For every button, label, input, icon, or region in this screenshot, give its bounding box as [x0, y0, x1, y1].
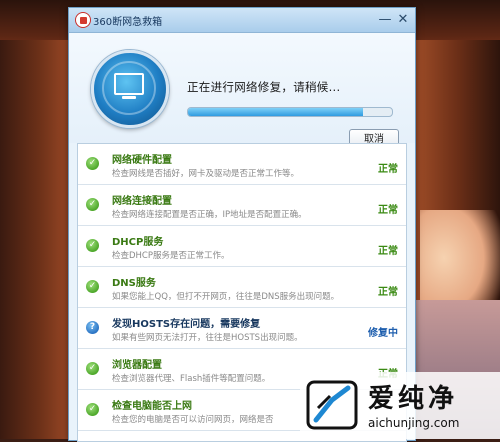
check-item-status: 正常 [378, 246, 398, 257]
check-item-title: 发现HOSTS存在问题，需要修复 [112, 319, 261, 330]
progress-fill [188, 108, 364, 116]
check-item-title: 网络连接配置 [112, 196, 172, 207]
repair-progress-bar [187, 107, 393, 117]
check-item: ✓ 网络硬件配置检查网线是否插好，网卡及驱动是否正常工作等。 正常 [78, 144, 406, 185]
check-item-desc: 检查DHCP服务是否正常工作。 [112, 251, 230, 261]
check-item: ✓ DNS服务如果您能上QQ，但打不开网页，往往是DNS服务出现问题。 正常 [78, 267, 406, 308]
repair-status-text: 正在进行网络修复，请稍候... [187, 80, 341, 94]
check-item-desc: 如果有些网页无法打开，往往是HOSTS出现问题。 [112, 333, 303, 343]
fixing-status-icon: ? [86, 321, 99, 334]
watermark-logo-icon [306, 380, 358, 430]
window-title: 360断网急救箱 [93, 17, 163, 28]
minimize-button[interactable]: — [377, 12, 393, 27]
check-ok-icon: ✓ [86, 362, 99, 375]
check-ok-icon: ✓ [86, 403, 99, 416]
title-bar[interactable]: 360断网急救箱 — ✕ [69, 8, 415, 33]
check-item-title: DNS服务 [112, 278, 156, 289]
check-item: ✓ 网络连接配置检查网络连接配置是否正确，IP地址是否配置正确。 正常 [78, 185, 406, 226]
repair-header: 正在进行网络修复，请稍候... 取消 [69, 33, 415, 151]
watermark-brand: 爱纯净 [368, 384, 459, 414]
check-item-desc: 检查浏览器代理、Flash插件等配置问题。 [112, 374, 271, 384]
check-item-title: 浏览器配置 [112, 360, 162, 371]
check-item-title: DHCP服务 [112, 237, 164, 248]
check-item-desc: 检查您的电脑是否可以访问网页，网络是否 [112, 415, 274, 425]
watermark-domain: aichunjing.com [368, 416, 460, 430]
check-item-desc: 如果您能上QQ，但打不开网页，往往是DNS服务出现问题。 [112, 292, 340, 302]
desktop-rock-left [0, 40, 70, 439]
check-item-desc: 检查网线是否插好，网卡及驱动是否正常工作等。 [112, 169, 300, 179]
check-item-status: 正常 [378, 205, 398, 216]
network-monitor-icon [91, 50, 169, 128]
check-ok-icon: ✓ [86, 198, 99, 211]
app-logo-icon [75, 12, 91, 28]
check-item-title: 网络硬件配置 [112, 155, 172, 166]
check-ok-icon: ✓ [86, 280, 99, 293]
check-item: ✓ DHCP服务检查DHCP服务是否正常工作。 正常 [78, 226, 406, 267]
watermark: 爱纯净 aichunjing.com [300, 372, 500, 439]
check-ok-icon: ✓ [86, 239, 99, 252]
check-item-title: 检查电脑能否上网 [112, 401, 192, 412]
check-item-status: 修复中 [368, 328, 398, 339]
close-button[interactable]: ✕ [395, 12, 411, 27]
check-item: ? 发现HOSTS存在问题，需要修复如果有些网页无法打开，往往是HOSTS出现问题… [78, 308, 406, 349]
check-item-status: 正常 [378, 287, 398, 298]
check-ok-icon: ✓ [86, 157, 99, 170]
check-item-status: 正常 [378, 164, 398, 175]
check-item-desc: 检查网络连接配置是否正确，IP地址是否配置正确。 [112, 210, 307, 220]
